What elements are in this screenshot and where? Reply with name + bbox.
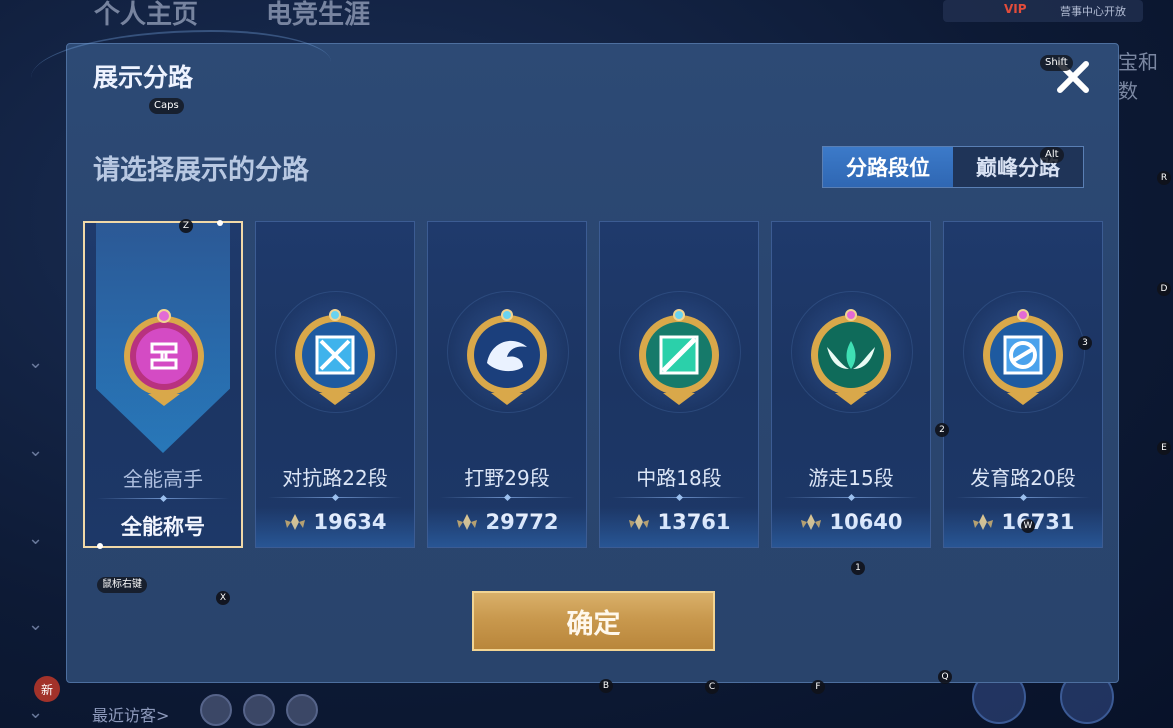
lane-card-roam[interactable]: 游走15段 10640 bbox=[771, 221, 931, 548]
card-bottom-glow bbox=[600, 507, 758, 547]
chevron-down-icon[interactable]: ⌄ bbox=[28, 702, 43, 723]
lane-card-name: 中路18段 bbox=[636, 466, 722, 490]
lane-card-name: 对抗路22段 bbox=[282, 466, 388, 490]
corner-dot bbox=[97, 543, 103, 549]
card-bottom-glow bbox=[772, 507, 930, 547]
lane-card-value: 全能称号 bbox=[85, 511, 241, 541]
lane-card-name: 全能高手 bbox=[123, 467, 203, 491]
avatar[interactable] bbox=[286, 694, 318, 726]
new-badge: 新 bbox=[34, 676, 60, 702]
dialog-title: 展示分路 bbox=[93, 63, 194, 92]
dialog-subtitle: 请选择展示的分路 bbox=[93, 155, 309, 186]
vip-badge: VIP bbox=[1004, 2, 1027, 16]
lane-cards: 全能高手 全能称号 对抗路22段 打野29段 中路18段 游走15段 发育路20… bbox=[83, 220, 1103, 549]
top-lane-badge-icon bbox=[295, 309, 375, 405]
roam-badge-icon bbox=[811, 309, 891, 405]
event-notice[interactable]: 营事中心开放 bbox=[1060, 3, 1126, 19]
background-right-text: 宝和数 bbox=[1118, 50, 1158, 103]
key-hint-r: R bbox=[1157, 171, 1171, 185]
card-bottom-glow bbox=[428, 507, 586, 547]
avatar[interactable] bbox=[243, 694, 275, 726]
chevron-down-icon[interactable]: ⌄ bbox=[28, 614, 43, 635]
tab-esports-career[interactable]: 电竞生涯 bbox=[266, 0, 370, 31]
lane-card-bottom[interactable]: 发育路20段 16731 bbox=[943, 221, 1103, 548]
confirm-button[interactable]: 确定 bbox=[472, 591, 715, 651]
chevron-down-icon[interactable]: ⌄ bbox=[28, 440, 43, 461]
avatar[interactable] bbox=[200, 694, 232, 726]
lane-card-name: 游走15段 bbox=[808, 466, 894, 490]
card-divider bbox=[268, 497, 402, 498]
tab-profile[interactable]: 个人主页 bbox=[94, 0, 198, 31]
toggle-lane-rank[interactable]: 分路段位 bbox=[823, 147, 953, 187]
card-divider bbox=[97, 498, 229, 499]
key-hint-3: 3 bbox=[1078, 336, 1092, 350]
key-hint-w: W bbox=[1021, 519, 1035, 533]
card-divider bbox=[956, 497, 1090, 498]
key-hint-f: F bbox=[811, 680, 825, 694]
key-hint-right-click: 鼠标右键 bbox=[97, 577, 147, 593]
card-divider bbox=[784, 497, 918, 498]
card-bottom-glow bbox=[256, 507, 414, 547]
key-hint-b: B bbox=[599, 679, 613, 693]
all-round-badge-icon bbox=[124, 309, 204, 406]
card-divider bbox=[440, 497, 574, 498]
lane-card-all-round[interactable]: 全能高手 全能称号 bbox=[83, 220, 243, 549]
lane-card-name: 发育路20段 bbox=[970, 466, 1076, 490]
key-hint-c: C bbox=[705, 680, 719, 694]
key-hint-caps: Caps bbox=[149, 98, 184, 114]
lane-display-dialog: 展示分路 请选择展示的分路 分路段位 巅峰分路 全能高手 全能称号 对抗路22段… bbox=[31, 30, 1119, 683]
jungle-badge-icon bbox=[467, 309, 547, 405]
mid-lane-badge-icon bbox=[639, 309, 719, 405]
lane-card-jungle[interactable]: 打野29段 29772 bbox=[427, 221, 587, 548]
key-hint-2: 2 bbox=[935, 423, 949, 437]
key-hint-shift: Shift bbox=[1040, 55, 1073, 71]
key-hint-alt: Alt bbox=[1040, 147, 1064, 163]
bottom-lane-badge-icon bbox=[983, 309, 1063, 405]
key-hint-d: D bbox=[1157, 282, 1171, 296]
key-hint-x: X bbox=[216, 591, 230, 605]
chevron-down-icon[interactable]: ⌄ bbox=[28, 528, 43, 549]
key-hint-1: 1 bbox=[851, 561, 865, 575]
key-hint-q: Q bbox=[938, 670, 952, 684]
chevron-down-icon[interactable]: ⌄ bbox=[28, 352, 43, 373]
lane-card-mid[interactable]: 中路18段 13761 bbox=[599, 221, 759, 548]
recent-visitors-link[interactable]: 最近访客> bbox=[92, 702, 169, 726]
lane-card-name: 打野29段 bbox=[464, 466, 550, 490]
lane-card-top[interactable]: 对抗路22段 19634 bbox=[255, 221, 415, 548]
lane-card-value-text: 全能称号 bbox=[121, 515, 205, 539]
card-divider bbox=[612, 497, 746, 498]
corner-dot bbox=[217, 220, 223, 226]
key-hint-e: E bbox=[1157, 441, 1171, 455]
key-hint-z: Z bbox=[179, 219, 193, 233]
